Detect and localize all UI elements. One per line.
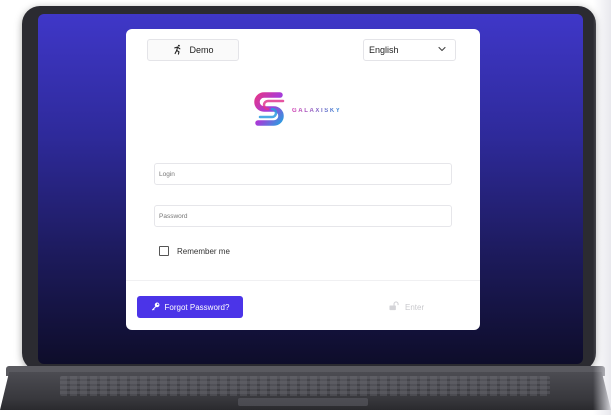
edge-reflection [593, 0, 611, 415]
password-input[interactable]: Password [154, 205, 452, 227]
login-card: Demo English GALAXISKY Login Password Re… [126, 29, 480, 330]
laptop-touchpad [238, 398, 368, 406]
running-person-icon [172, 44, 183, 57]
laptop-mockup: Demo English GALAXISKY Login Password Re… [0, 0, 611, 415]
language-value: English [369, 45, 399, 55]
forgot-label: Forgot Password? [164, 302, 230, 312]
demo-button[interactable]: Demo [147, 39, 239, 61]
key-icon [151, 302, 160, 313]
demo-label: Demo [189, 45, 214, 55]
unlock-icon [389, 301, 400, 313]
forgot-password-button[interactable]: Forgot Password? [137, 296, 243, 318]
galaxisky-logo-icon [250, 87, 290, 136]
brand-name: GALAXISKY [292, 108, 342, 114]
footer-divider [126, 280, 480, 281]
chevron-down-icon [437, 44, 447, 56]
laptop-keyboard [60, 376, 550, 396]
language-select[interactable]: English [363, 39, 456, 61]
remember-me[interactable]: Remember me [159, 246, 230, 256]
enter-button[interactable]: Enter [389, 298, 424, 316]
enter-label: Enter [405, 302, 425, 312]
login-placeholder: Login [159, 170, 175, 178]
password-placeholder: Password [159, 212, 188, 220]
remember-checkbox[interactable] [159, 246, 169, 256]
login-input[interactable]: Login [154, 163, 452, 185]
brand-logo: GALAXISKY [250, 89, 341, 133]
remember-label: Remember me [177, 246, 230, 256]
